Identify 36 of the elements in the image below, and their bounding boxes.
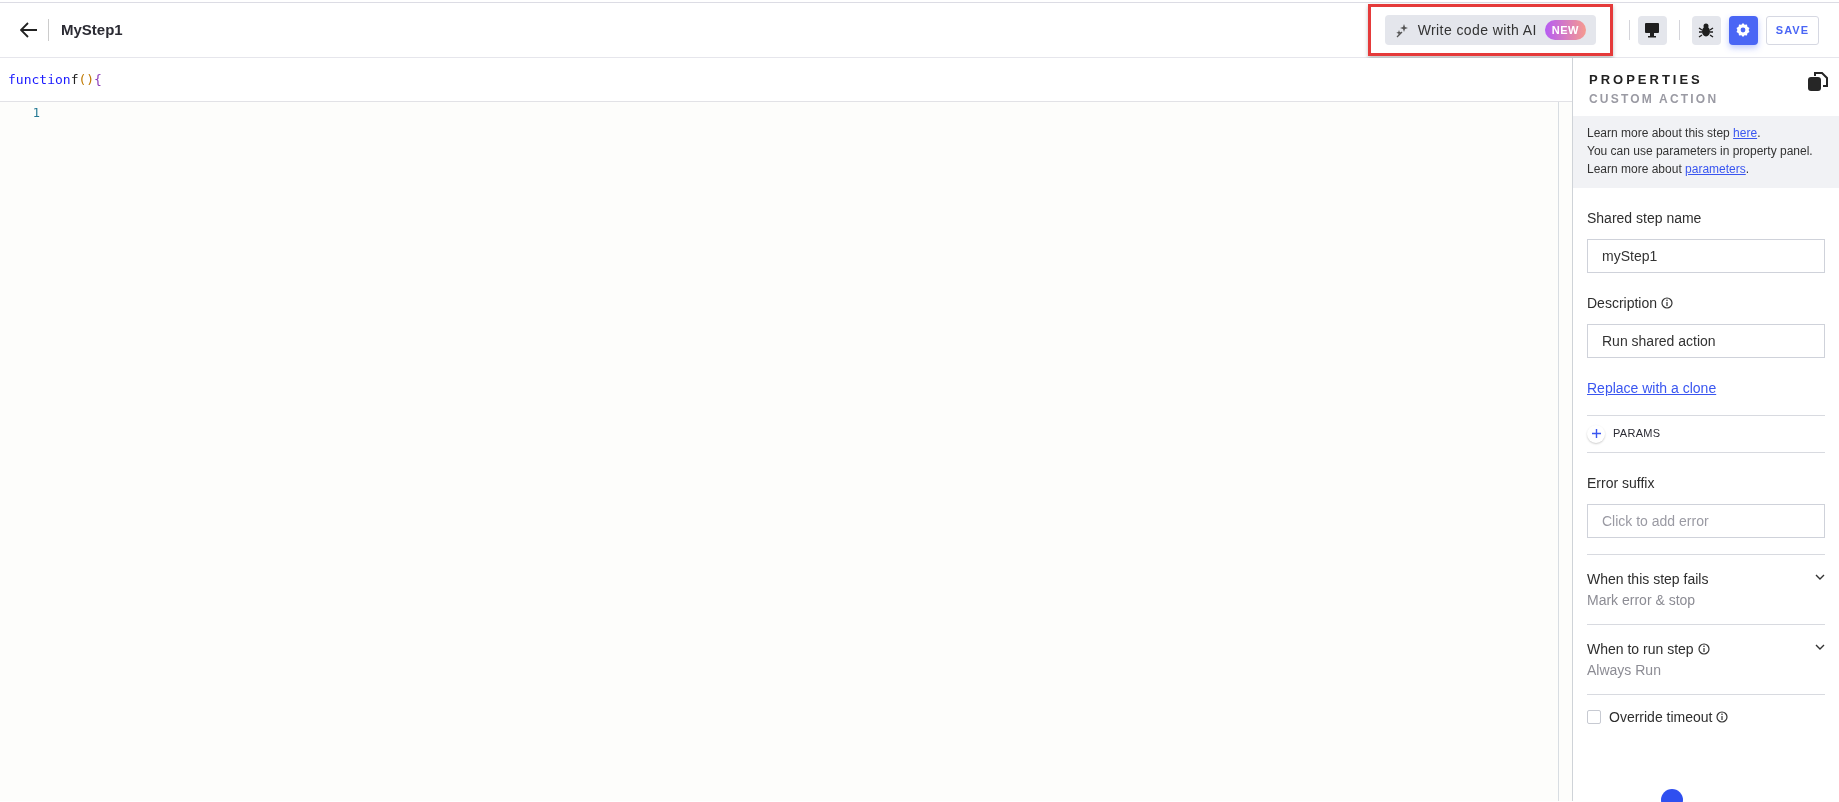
new-badge: NEW — [1544, 19, 1586, 41]
field-label: When to run step — [1587, 639, 1694, 659]
save-button[interactable]: SAVE — [1765, 15, 1819, 45]
panel-subtitle: CUSTOM ACTION — [1589, 90, 1719, 108]
field-label: Error suffix — [1587, 473, 1655, 493]
field-label: Shared step name — [1587, 208, 1702, 228]
clone-link[interactable]: Replace with a clone — [1587, 379, 1717, 396]
field-label: Override timeout — [1609, 707, 1713, 727]
text-field[interactable]: Click to add error — [1587, 503, 1825, 538]
settings-button[interactable] — [1728, 15, 1758, 45]
back-arrow-icon[interactable] — [20, 22, 38, 38]
help-link[interactable]: parameters — [1685, 161, 1746, 176]
info-text: Learn more about this step here. — [1587, 124, 1762, 142]
monitor-button[interactable] — [1637, 15, 1667, 45]
line-number: 1 — [31, 105, 40, 122]
settings-icon — [1735, 22, 1752, 38]
dropdown-field[interactable]: When this step fails Mark error & stop — [1587, 554, 1825, 624]
page-title: MyStep1 — [48, 18, 123, 42]
sparkle-icon — [1394, 22, 1410, 38]
panel-title: PROPERTIES — [1589, 71, 1704, 89]
params-label: PARAMS — [1613, 426, 1661, 442]
text-field[interactable]: Run shared action — [1587, 323, 1825, 358]
dropdown-value: Always Run — [1587, 660, 1662, 680]
copy-icon[interactable] — [1807, 70, 1829, 92]
dropdown-field[interactable]: When to run step Always Run — [1587, 624, 1825, 694]
plus-icon — [1591, 429, 1601, 438]
dropdown-value: Mark error & stop — [1587, 590, 1697, 610]
checkbox[interactable] — [1587, 710, 1601, 724]
text-field[interactable]: myStep1 — [1587, 238, 1825, 273]
info-text: You can use parameters in property panel. Learn more about parameters. — [1587, 142, 1814, 178]
field-label: Description — [1587, 293, 1658, 313]
bug-button[interactable] — [1691, 15, 1721, 45]
bug-icon — [1698, 22, 1715, 38]
monitor-icon — [1644, 22, 1661, 38]
field-label: When this step fails — [1587, 569, 1709, 589]
ai-write-button[interactable]: Write code with AI NEW — [1384, 15, 1596, 45]
